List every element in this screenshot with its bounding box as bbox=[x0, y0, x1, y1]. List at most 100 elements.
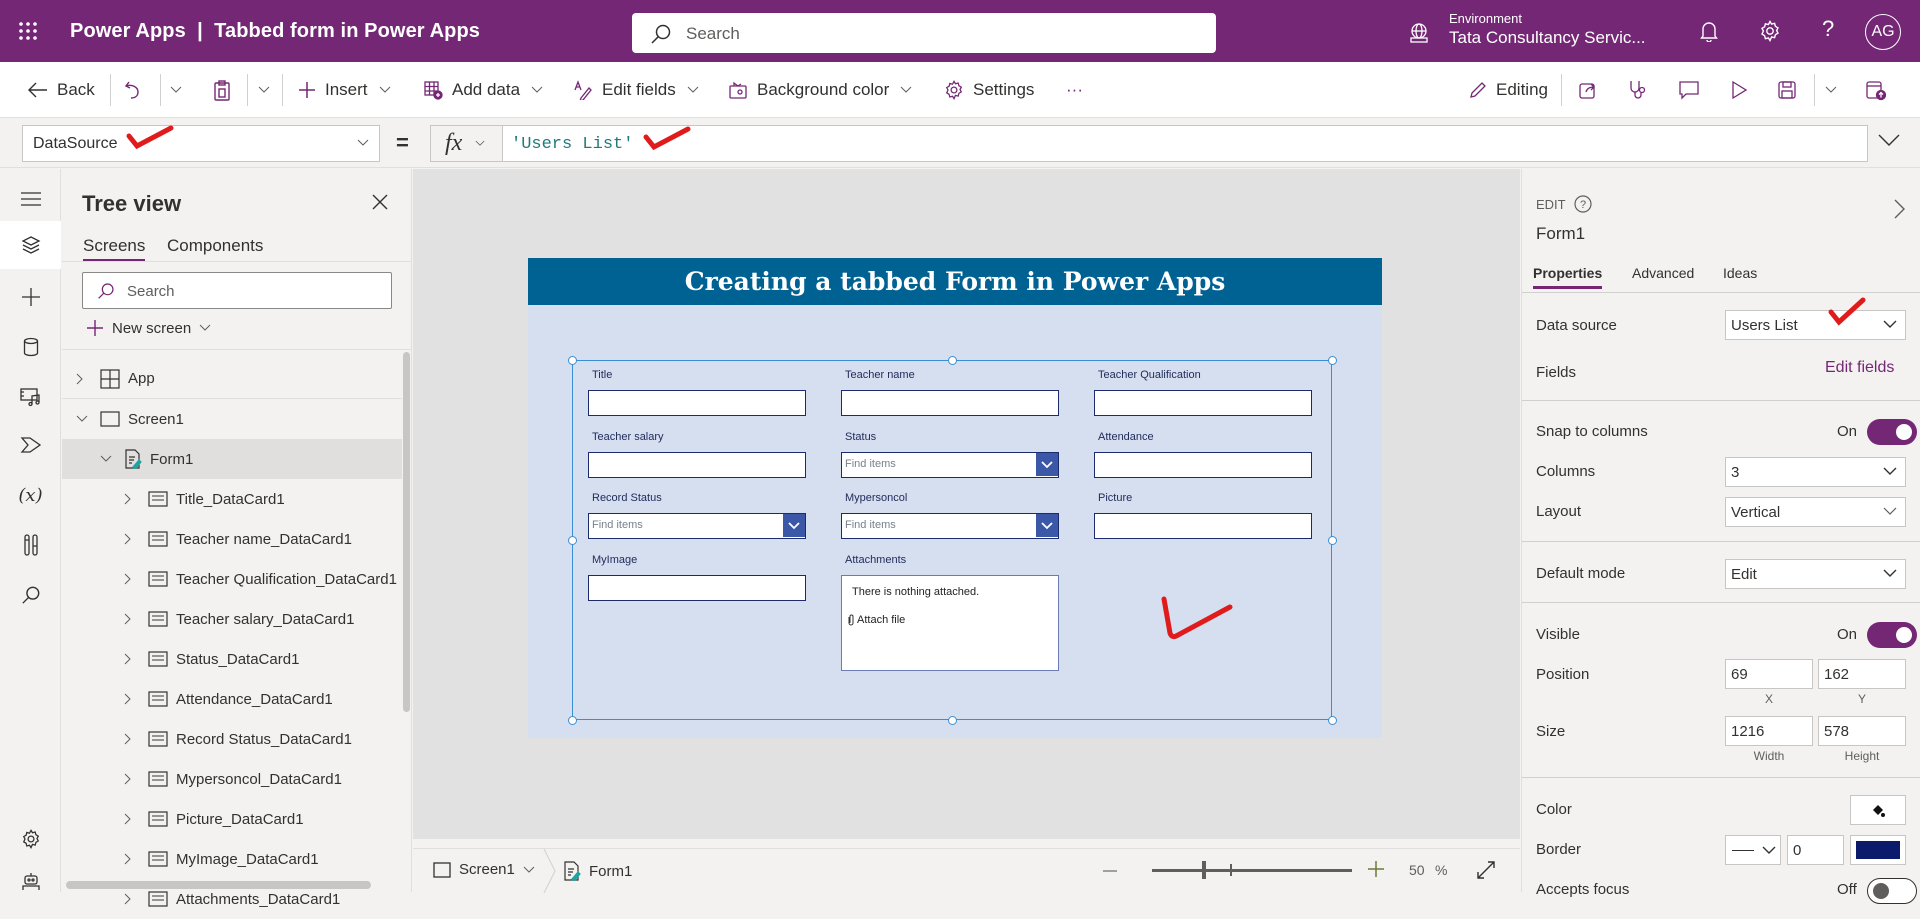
chevron-right-icon[interactable] bbox=[124, 813, 138, 825]
tree-node[interactable]: Form1 bbox=[62, 439, 402, 479]
preview-play-button[interactable] bbox=[1730, 62, 1748, 118]
chevron-down-icon[interactable] bbox=[76, 415, 90, 423]
edit-fields-button[interactable]: Edit fields bbox=[573, 62, 699, 118]
insert-button[interactable]: Insert bbox=[298, 62, 391, 118]
tab-components[interactable]: Components bbox=[167, 236, 263, 256]
combo-box[interactable]: Find items bbox=[588, 513, 806, 539]
chevron-right-icon[interactable] bbox=[124, 533, 138, 545]
snap-to-columns-toggle[interactable] bbox=[1867, 419, 1917, 445]
settings-gear-icon[interactable] bbox=[1759, 20, 1781, 42]
user-avatar[interactable]: AG bbox=[1865, 14, 1901, 50]
tree-node[interactable]: MyImage_DataCard1 bbox=[62, 839, 402, 879]
breadcrumb-control[interactable]: Form1 bbox=[563, 861, 632, 881]
rail-copilot-button[interactable] bbox=[0, 857, 61, 905]
editing-mode-button[interactable]: Editing bbox=[1469, 62, 1548, 118]
tree-node[interactable]: Title_DataCard1 bbox=[62, 479, 402, 519]
tree-node[interactable]: Teacher name_DataCard1 bbox=[62, 519, 402, 559]
chevron-right-icon[interactable] bbox=[124, 573, 138, 585]
rail-search-button[interactable] bbox=[0, 571, 61, 619]
border-color-picker[interactable] bbox=[1850, 835, 1906, 865]
paste-menu-chevron[interactable] bbox=[258, 62, 270, 118]
tree-node[interactable]: Teacher Qualification_DataCard1 bbox=[62, 559, 402, 599]
chevron-down-icon[interactable] bbox=[1036, 453, 1058, 476]
chevron-right-icon[interactable] bbox=[124, 773, 138, 785]
tree-node[interactable]: Mypersoncol_DataCard1 bbox=[62, 759, 402, 799]
resize-handle[interactable] bbox=[567, 355, 577, 365]
chevron-down-icon[interactable] bbox=[783, 514, 805, 537]
add-data-button[interactable]: Add data bbox=[423, 62, 543, 118]
chevron-down-icon[interactable] bbox=[1036, 514, 1058, 537]
edit-fields-link[interactable]: Edit fields bbox=[1825, 359, 1894, 377]
rail-data-button[interactable] bbox=[0, 323, 61, 371]
breadcrumb-screen[interactable]: Screen1 bbox=[433, 861, 535, 878]
rail-advanced-tools-button[interactable] bbox=[0, 521, 61, 569]
save-button[interactable] bbox=[1777, 62, 1797, 118]
tab-advanced[interactable]: Advanced bbox=[1632, 265, 1694, 281]
tree-search-input[interactable]: Search bbox=[82, 272, 392, 309]
global-search-box[interactable]: Search bbox=[632, 13, 1216, 53]
settings-button[interactable]: Settings bbox=[944, 62, 1034, 118]
rail-power-automate-button[interactable] bbox=[0, 421, 61, 469]
tree-vertical-scrollbar[interactable] bbox=[403, 352, 410, 712]
formula-input[interactable]: 'Users List' bbox=[502, 125, 1868, 162]
border-style-dropdown[interactable] bbox=[1725, 835, 1781, 865]
app-screen-preview[interactable]: Creating a tabbed Form in Power Apps Tit… bbox=[528, 258, 1382, 738]
height-input[interactable]: 578 bbox=[1818, 716, 1906, 746]
fill-color-picker[interactable] bbox=[1850, 795, 1906, 825]
app-checker-button[interactable] bbox=[1628, 62, 1648, 118]
resize-handle[interactable] bbox=[567, 715, 577, 725]
position-y-input[interactable]: 162 bbox=[1818, 659, 1906, 689]
position-x-input[interactable]: 69 bbox=[1725, 659, 1813, 689]
text-input[interactable] bbox=[1094, 513, 1312, 539]
tree-node[interactable]: Picture_DataCard1 bbox=[62, 799, 402, 839]
property-selector[interactable]: DataSource bbox=[22, 125, 380, 162]
chevron-right-icon[interactable] bbox=[124, 893, 138, 905]
chevron-right-icon[interactable] bbox=[124, 613, 138, 625]
combo-box[interactable]: Find items bbox=[841, 513, 1059, 539]
tree-node[interactable]: Record Status_DataCard1 bbox=[62, 719, 402, 759]
zoom-slider-thumb[interactable] bbox=[1202, 861, 1206, 879]
text-input[interactable] bbox=[588, 390, 806, 416]
chevron-right-icon[interactable] bbox=[76, 373, 90, 385]
tab-screens[interactable]: Screens bbox=[83, 236, 146, 261]
chevron-right-icon[interactable] bbox=[124, 493, 138, 505]
tab-properties[interactable]: Properties bbox=[1533, 265, 1603, 289]
save-menu-chevron[interactable] bbox=[1825, 62, 1837, 118]
more-commands-button[interactable]: ··· bbox=[1066, 62, 1083, 118]
notifications-bell-icon[interactable] bbox=[1699, 20, 1719, 42]
close-tree-view-icon[interactable] bbox=[372, 194, 388, 210]
text-input[interactable] bbox=[841, 390, 1059, 416]
border-width-input[interactable]: 0 bbox=[1787, 835, 1844, 865]
chevron-right-icon[interactable] bbox=[124, 733, 138, 745]
undo-button[interactable] bbox=[124, 62, 142, 118]
data-source-dropdown[interactable]: Users List bbox=[1725, 310, 1906, 340]
screen-title-banner[interactable]: Creating a tabbed Form in Power Apps bbox=[528, 258, 1382, 305]
tree-node[interactable]: Teacher salary_DataCard1 bbox=[62, 599, 402, 639]
default-mode-dropdown[interactable]: Edit bbox=[1725, 559, 1906, 589]
zoom-slider-track[interactable] bbox=[1152, 869, 1352, 872]
tree-node[interactable]: Screen1 bbox=[62, 399, 402, 439]
tree-node[interactable]: App bbox=[62, 359, 402, 399]
rail-media-button[interactable] bbox=[0, 373, 61, 421]
resize-handle[interactable] bbox=[1327, 355, 1337, 365]
environment-globe-icon[interactable] bbox=[1408, 22, 1430, 44]
collapse-panel-chevron-icon[interactable] bbox=[1894, 199, 1906, 219]
text-input[interactable] bbox=[1094, 390, 1312, 416]
expand-formula-bar-chevron-icon[interactable] bbox=[1878, 133, 1900, 147]
back-button[interactable]: Back bbox=[28, 62, 95, 118]
resize-handle[interactable] bbox=[947, 355, 957, 365]
text-input[interactable] bbox=[1094, 452, 1312, 478]
help-circle-icon[interactable]: ? bbox=[1574, 195, 1592, 213]
chevron-right-icon[interactable] bbox=[124, 853, 138, 865]
app-launcher-icon[interactable] bbox=[18, 21, 38, 41]
resize-handle[interactable] bbox=[947, 715, 957, 725]
rail-variables-button[interactable]: (𝑥) bbox=[0, 471, 61, 519]
help-question-icon[interactable]: ? bbox=[1822, 16, 1834, 42]
publish-button[interactable] bbox=[1865, 62, 1887, 118]
rail-tree-view-button[interactable] bbox=[0, 221, 61, 269]
comments-button[interactable] bbox=[1678, 62, 1700, 118]
tree-horizontal-scrollbar[interactable] bbox=[66, 881, 371, 889]
text-input[interactable] bbox=[588, 575, 806, 601]
attachments-control[interactable]: There is nothing attached. Attach file bbox=[841, 575, 1059, 671]
fx-function-button[interactable]: fx bbox=[430, 125, 502, 162]
